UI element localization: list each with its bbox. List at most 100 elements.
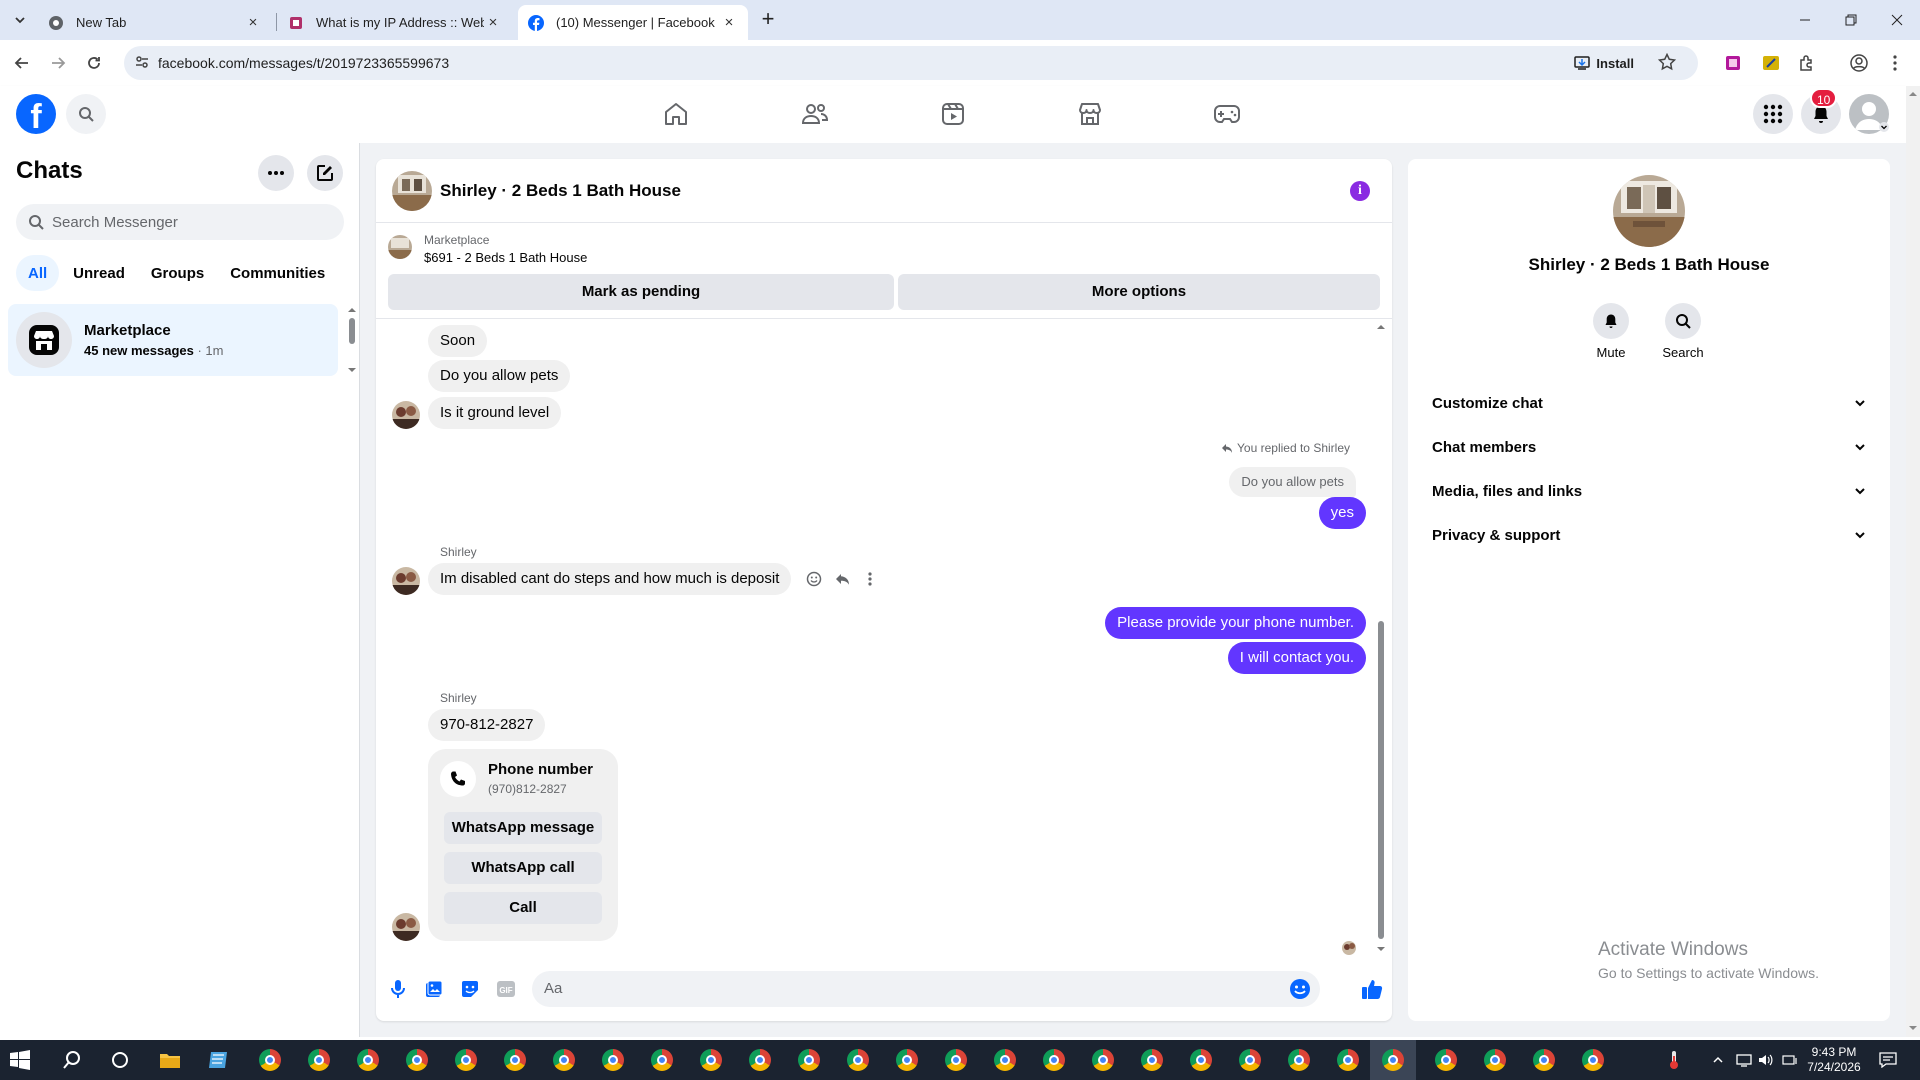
tab-new-tab[interactable]: New Tab ×	[38, 5, 272, 40]
contact-avatar[interactable]	[392, 171, 432, 211]
reload-icon[interactable]	[80, 49, 108, 77]
my-message-bubble[interactable]: yes	[1318, 497, 1366, 529]
gif-icon[interactable]: GIF	[492, 975, 520, 1003]
tray-thermometer-icon[interactable]	[1660, 1046, 1688, 1074]
chrome-icon[interactable]	[452, 1046, 480, 1074]
chat-item-marketplace[interactable]: Marketplace 45 new messages · 1m	[8, 304, 338, 376]
extension-yellow-icon[interactable]	[1760, 52, 1782, 74]
extension-purple-icon[interactable]	[1722, 52, 1744, 74]
chrome-icon[interactable]	[403, 1046, 431, 1074]
tab-messenger[interactable]: (10) Messenger | Facebook ×	[518, 5, 748, 40]
install-app-button[interactable]: Install	[1574, 51, 1634, 75]
chrome-icon[interactable]	[746, 1046, 774, 1074]
like-thumbs-up-icon[interactable]	[1358, 975, 1386, 1003]
shirley-avatar[interactable]	[392, 401, 420, 429]
sticker-icon[interactable]	[456, 975, 484, 1003]
chrome-icon[interactable]	[1379, 1046, 1407, 1074]
media-files-links-section[interactable]: Media, files and links	[1416, 469, 1882, 513]
marketplace-icon[interactable]	[1034, 94, 1146, 134]
chat-members-section[interactable]: Chat members	[1416, 425, 1882, 469]
notification-center-icon[interactable]	[1874, 1046, 1902, 1074]
chrome-icon[interactable]	[893, 1046, 921, 1074]
chrome-icon[interactable]	[1432, 1046, 1460, 1074]
chrome-icon[interactable]	[1187, 1046, 1215, 1074]
chrome-icon[interactable]	[1040, 1046, 1068, 1074]
call-button[interactable]: Call	[444, 892, 602, 924]
chrome-icon[interactable]	[1236, 1046, 1264, 1074]
photo-icon[interactable]	[420, 975, 448, 1003]
microphone-icon[interactable]	[384, 975, 412, 1003]
chrome-icon[interactable]	[1579, 1046, 1607, 1074]
chrome-icon[interactable]	[354, 1046, 382, 1074]
privacy-support-section[interactable]: Privacy & support	[1416, 513, 1882, 557]
friends-icon[interactable]	[759, 94, 871, 134]
new-tab-button[interactable]: +	[756, 8, 780, 32]
chrome-icon[interactable]	[844, 1046, 872, 1074]
chrome-icon[interactable]	[991, 1046, 1019, 1074]
chrome-icon[interactable]	[550, 1046, 578, 1074]
bookmark-star-icon[interactable]	[1658, 53, 1676, 71]
more-options-button[interactable]: More options	[898, 274, 1380, 310]
chrome-icon[interactable]	[697, 1046, 725, 1074]
app-icon[interactable]	[204, 1046, 232, 1074]
tab-close-icon[interactable]: ×	[720, 14, 738, 32]
message-bubble[interactable]: 970-812-2827	[428, 709, 546, 741]
url-text[interactable]: facebook.com/messages/t/2019723365599673	[158, 55, 449, 71]
chrome-icon[interactable]	[795, 1046, 823, 1074]
search-action[interactable]: Search	[1653, 303, 1713, 360]
tray-chevron-up-icon[interactable]	[1704, 1046, 1732, 1074]
page-scrollbar[interactable]	[1906, 86, 1920, 1037]
emoji-icon[interactable]	[1288, 977, 1312, 1001]
chrome-icon[interactable]	[1334, 1046, 1362, 1074]
conversation-title[interactable]: Shirley · 2 Beds 1 Bath House	[440, 181, 681, 201]
mute-action[interactable]: Mute	[1581, 303, 1641, 360]
facebook-logo[interactable]: f	[16, 94, 56, 134]
task-view-icon[interactable]	[106, 1046, 134, 1074]
message-input[interactable]: Aa	[532, 971, 1320, 1007]
taskbar-clock[interactable]: 9:43 PM 7/24/2026	[1796, 1045, 1872, 1075]
video-icon[interactable]	[897, 94, 1009, 134]
contact-large-avatar[interactable]	[1613, 175, 1685, 247]
tab-ip-address[interactable]: What is my IP Address :: WebBr ×	[278, 5, 512, 40]
filter-unread[interactable]: Unread	[61, 255, 137, 291]
chat-options-button[interactable]	[258, 155, 294, 191]
more-actions-icon[interactable]	[856, 565, 884, 593]
minimize-icon[interactable]	[1782, 0, 1828, 40]
browser-menu-icon[interactable]	[1884, 52, 1906, 74]
new-message-button[interactable]	[307, 155, 343, 191]
tab-close-icon[interactable]: ×	[244, 14, 262, 32]
chrome-icon[interactable]	[501, 1046, 529, 1074]
message-bubble[interactable]: Is it ground level	[428, 397, 562, 429]
chrome-icon[interactable]	[1285, 1046, 1313, 1074]
account-chevron-icon[interactable]	[1879, 122, 1889, 132]
facebook-search-icon[interactable]	[66, 94, 106, 134]
address-bar[interactable]: facebook.com/messages/t/2019723365599673…	[124, 46, 1698, 80]
search-messenger-input[interactable]: Search Messenger	[16, 204, 344, 240]
my-message-bubble[interactable]: Please provide your phone number.	[1105, 607, 1366, 639]
tab-search-chevron-icon[interactable]	[8, 8, 32, 32]
file-explorer-icon[interactable]	[156, 1046, 184, 1074]
listing-title[interactable]: $691 - 2 Beds 1 Bath House	[424, 250, 587, 265]
react-smiley-icon[interactable]	[800, 565, 828, 593]
extensions-puzzle-icon[interactable]	[1796, 52, 1818, 74]
customize-chat-section[interactable]: Customize chat	[1416, 381, 1882, 425]
menu-grid-icon[interactable]	[1753, 94, 1793, 134]
whatsapp-call-button[interactable]: WhatsApp call	[444, 852, 602, 884]
sidebar-scrollbar[interactable]	[346, 306, 358, 374]
profile-icon[interactable]	[1848, 52, 1870, 74]
chrome-icon[interactable]	[648, 1046, 676, 1074]
filter-groups[interactable]: Groups	[139, 255, 216, 291]
close-window-icon[interactable]	[1874, 0, 1920, 40]
message-bubble[interactable]: Im disabled cant do steps and how much i…	[428, 563, 792, 595]
windows-start-icon[interactable]	[10, 1050, 30, 1070]
chrome-icon[interactable]	[256, 1046, 284, 1074]
chrome-icon[interactable]	[1089, 1046, 1117, 1074]
home-icon[interactable]	[620, 94, 732, 134]
chrome-icon[interactable]	[599, 1046, 627, 1074]
shirley-avatar[interactable]	[392, 913, 420, 941]
conversation-scrollbar[interactable]	[1374, 321, 1388, 957]
tab-close-icon[interactable]: ×	[484, 14, 502, 32]
message-bubble[interactable]: Do you allow pets	[428, 360, 571, 392]
my-message-bubble[interactable]: I will contact you.	[1227, 642, 1366, 674]
chrome-icon[interactable]	[1138, 1046, 1166, 1074]
